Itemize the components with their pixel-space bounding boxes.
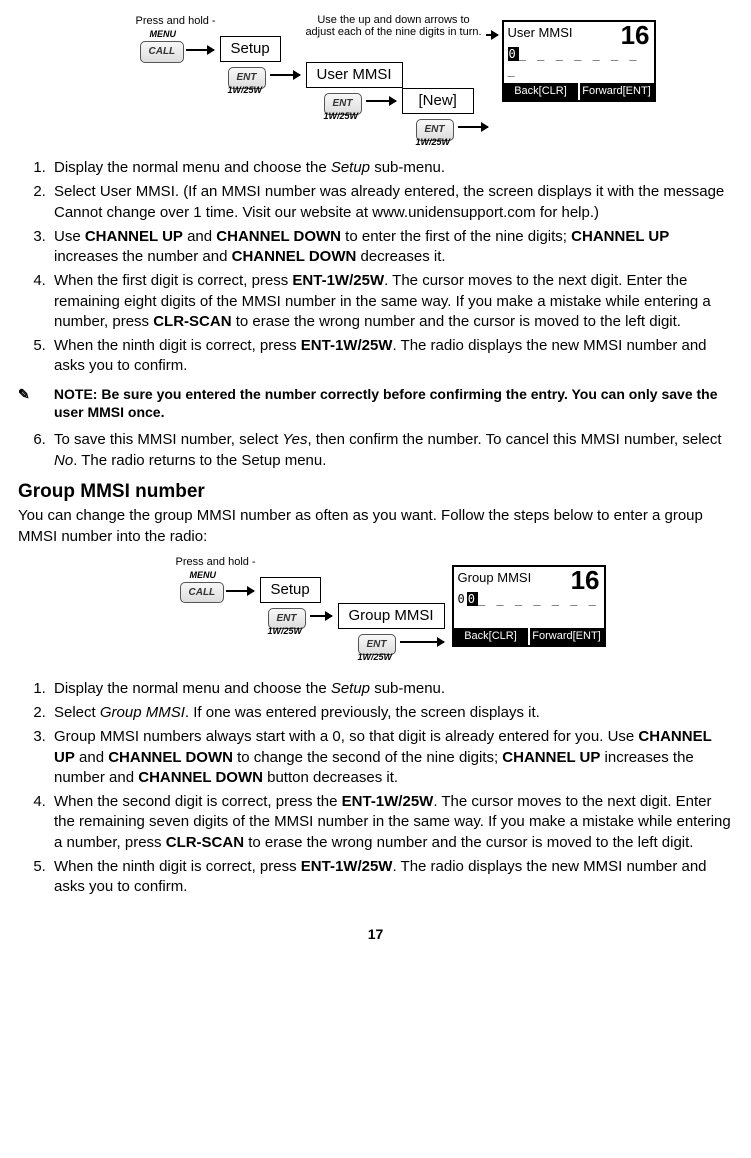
step2-2: Select Group MMSI. If one was entered pr…	[50, 703, 733, 723]
heading-group-mmsi: Group MMSI number	[18, 479, 733, 505]
screen-channel: 16	[621, 24, 650, 46]
step-1: Display the normal menu and choose the S…	[50, 158, 733, 178]
diagram-user-mmsi: Press and hold - MENU CALL Setup ENT 1W/…	[18, 14, 733, 144]
call-button-2: CALL	[180, 581, 225, 604]
new-box: [New]	[402, 88, 474, 114]
note-icon: ✎	[36, 385, 50, 404]
user-mmsi-box: User MMSI	[306, 62, 403, 88]
ent-sub-5: 1W/25W	[358, 651, 393, 663]
step-2: Select User MMSI. (If an MMSI number was…	[50, 182, 733, 223]
note: ✎ NOTE: Be sure you entered the number c…	[36, 385, 733, 423]
screen-user-mmsi: User MMSI 16 0_ _ _ _ _ _ _ _ Back[CLR] …	[502, 20, 656, 102]
screen-entry-2: 00_ _ _ _ _ _ _	[454, 591, 604, 607]
menu-label-2: MENU	[190, 569, 217, 581]
steps-group-mmsi: Display the normal menu and choose the S…	[18, 679, 733, 898]
menu-label: MENU	[150, 28, 177, 40]
ent-sub-4: 1W/25W	[268, 625, 303, 637]
press-hold-label: Press and hold -	[136, 14, 216, 29]
step2-1: Display the normal menu and choose the S…	[50, 679, 733, 699]
screen-back-2: Back[CLR]	[454, 628, 528, 645]
screen-forward: Forward[ENT]	[578, 83, 654, 100]
step-4: When the first digit is correct, press E…	[50, 271, 733, 332]
ent-sub-1: 1W/25W	[228, 84, 263, 96]
diagram-group-mmsi: Press and hold - MENU CALL Setup ENT 1W/…	[18, 555, 733, 665]
screen-channel-2: 16	[571, 569, 600, 591]
screen-title: User MMSI	[508, 24, 573, 46]
step-6: To save this MMSI number, select Yes, th…	[50, 430, 733, 471]
call-button: CALL	[140, 40, 185, 63]
screen-entry: 0_ _ _ _ _ _ _ _	[504, 46, 654, 78]
setup-box: Setup	[220, 36, 281, 62]
steps-user-mmsi-cont: To save this MMSI number, select Yes, th…	[18, 430, 733, 471]
step-3: Use CHANNEL UP and CHANNEL DOWN to enter…	[50, 227, 733, 268]
intro-group-mmsi: You can change the group MMSI number as …	[18, 506, 733, 547]
screen-forward-2: Forward[ENT]	[528, 628, 604, 645]
steps-user-mmsi: Display the normal menu and choose the S…	[18, 158, 733, 377]
ent-sub-2: 1W/25W	[324, 110, 359, 122]
step-5: When the ninth digit is correct, press E…	[50, 336, 733, 377]
press-hold-label-2: Press and hold -	[176, 555, 256, 570]
step2-3: Group MMSI numbers always start with a 0…	[50, 727, 733, 788]
group-mmsi-box: Group MMSI	[338, 603, 445, 629]
step2-4: When the second digit is correct, press …	[50, 792, 733, 853]
ent-sub-3: 1W/25W	[416, 136, 451, 148]
page-number: 17	[18, 925, 733, 944]
step2-5: When the ninth digit is correct, press E…	[50, 857, 733, 898]
screen-title-2: Group MMSI	[458, 569, 532, 591]
hint-text: Use the up and down arrows to adjust eac…	[304, 14, 484, 38]
screen-back: Back[CLR]	[504, 83, 578, 100]
screen-group-mmsi: Group MMSI 16 00_ _ _ _ _ _ _ Back[CLR] …	[452, 565, 606, 647]
setup-box-2: Setup	[260, 577, 321, 603]
